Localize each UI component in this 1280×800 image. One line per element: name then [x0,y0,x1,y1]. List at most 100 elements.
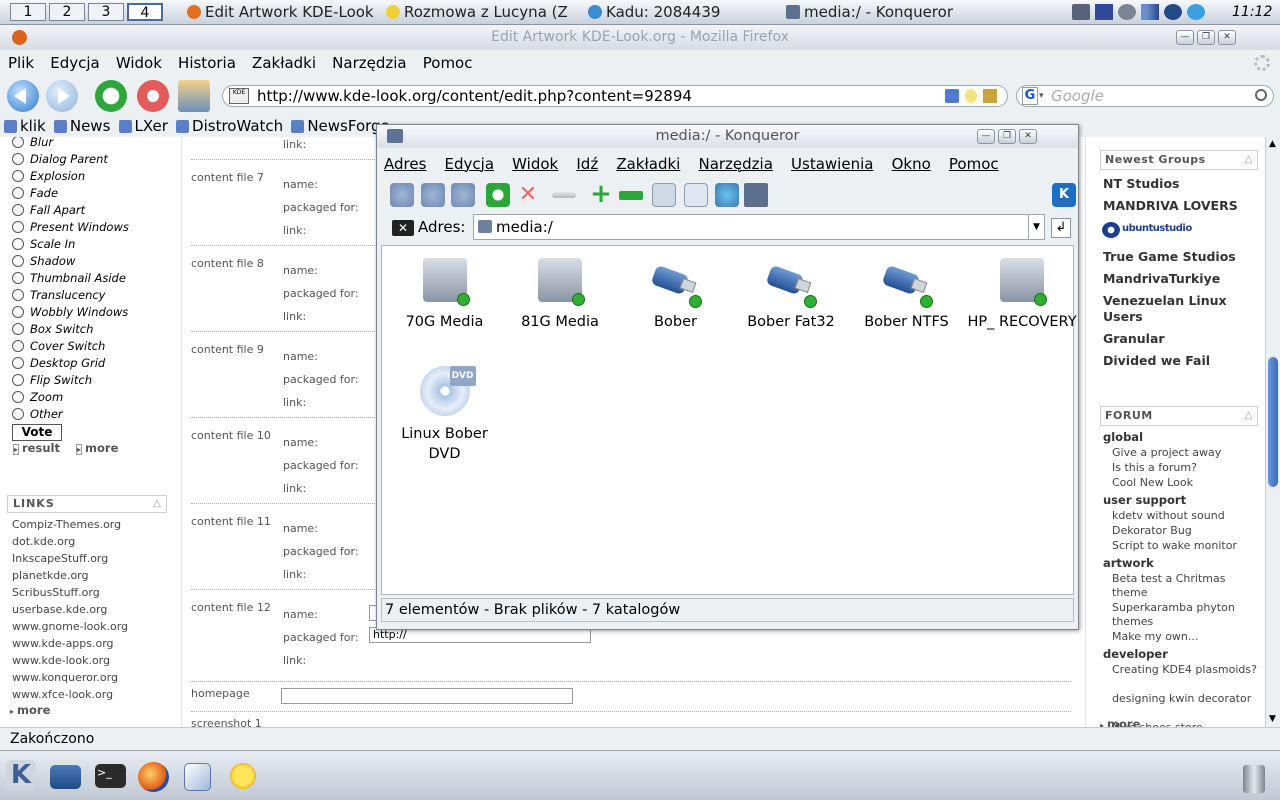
page-scrollbar[interactable]: ▲ ▼ [1265,137,1280,727]
home-button[interactable] [178,80,210,112]
maximize-button[interactable]: ❐ [1197,30,1215,45]
bookmark-klik[interactable]: klik [4,117,46,135]
clear-address-icon[interactable]: ✕ [392,220,414,236]
collapse-icon[interactable]: △ [1245,407,1253,425]
forum-thread-link[interactable]: Dekorator Bug [1112,524,1260,538]
radio-icon[interactable] [12,221,24,233]
kq-menu-zakladki[interactable]: Zakładki [616,155,680,173]
effect-option[interactable]: Fall Apart [0,203,180,220]
search-input[interactable]: G ▾ Google [1016,85,1274,107]
kq-menu-idz[interactable]: Idź [576,155,598,173]
address-dropdown-icon[interactable]: ▼ [1028,215,1044,239]
group-link[interactable]: Divided we Fail [1103,353,1210,368]
effect-option[interactable]: Shadow [0,254,180,271]
menu-zakladki[interactable]: Zakładki [252,54,316,72]
kq-reload-button[interactable] [486,183,510,207]
effect-option[interactable]: Present Windows [0,220,180,237]
radio-icon[interactable] [12,323,24,335]
forum-thread-link[interactable]: kdetv without sound [1112,509,1260,523]
menu-historia[interactable]: Historia [178,54,236,72]
sidebar-link[interactable]: planetkde.org [0,569,180,586]
monitor-icon[interactable] [1095,4,1113,20]
kq-view-mode-button[interactable] [652,183,676,207]
sun-icon[interactable] [228,761,258,791]
desktop-4-button[interactable]: 4 [127,3,163,21]
group-link[interactable]: Granular [1103,331,1165,346]
menu-pomoc[interactable]: Pomoc [423,54,473,72]
kq-network-button[interactable] [715,183,739,207]
kq-zoom-in-button[interactable]: + [589,181,613,207]
kq-stop-button[interactable]: ✕ [516,183,540,207]
collapse-icon[interactable]: △ [153,496,162,512]
reload-button[interactable] [95,80,127,112]
effect-option[interactable]: Zoom [0,390,180,407]
radio-icon[interactable] [12,153,24,165]
radio-icon[interactable] [12,204,24,216]
forum-thread-link[interactable]: Is this a forum? [1112,461,1260,475]
task-konqueror[interactable]: media:/ - Konqueror [786,2,1046,22]
kq-menu-adres[interactable]: Adres [384,155,426,173]
volume-icon[interactable] [1072,4,1090,20]
radio-icon[interactable] [12,408,24,420]
effect-option[interactable]: Fade [0,186,180,203]
forum-more-link[interactable]: ▸ more [1100,717,1140,727]
group-link[interactable]: Venezuelan Linux Users [1103,293,1253,325]
effect-option[interactable]: Explosion [0,169,180,186]
kq-menu-widok[interactable]: Widok [512,155,558,173]
effect-option[interactable]: Scale In [0,237,180,254]
url-bar[interactable]: KDE http://www.kde-look.org/content/edit… [222,85,1008,107]
sidebar-link[interactable]: Compiz-Themes.org [0,518,180,535]
radio-icon[interactable] [12,187,24,199]
bulb-icon[interactable] [965,89,977,103]
effect-option[interactable]: Cover Switch [0,339,180,356]
radio-icon[interactable] [12,137,24,148]
kq-menu-edycja[interactable]: Edycja [445,155,494,173]
radio-icon[interactable] [12,170,24,182]
sidebar-link[interactable]: userbase.kde.org [0,603,180,620]
forum-category[interactable]: global [1103,430,1143,444]
group-link[interactable]: NT Studios [1103,176,1179,191]
effect-option[interactable]: Translucency [0,288,180,305]
editor-icon[interactable] [184,763,211,791]
poll-more-link[interactable]: ▸ more [76,441,118,455]
menu-narzedzia[interactable]: Narzędzia [332,54,406,72]
bookmark-star-icon[interactable] [983,89,997,103]
group-link[interactable]: True Game Studios [1103,249,1236,264]
sidebar-link[interactable]: dot.kde.org [0,535,180,552]
media-item[interactable]: 81G Media [503,258,618,332]
scroll-up-icon[interactable]: ▲ [1269,139,1276,149]
effect-option[interactable]: Blur [0,137,180,152]
kq-back-button[interactable] [390,183,414,207]
effect-option[interactable]: Dialog Parent [0,152,180,169]
search-icon[interactable] [1255,89,1267,101]
radio-icon[interactable] [12,272,24,284]
radio-icon[interactable] [12,306,24,318]
scroll-down-icon[interactable]: ▼ [1269,714,1276,724]
kq-terminal-button[interactable] [744,183,768,207]
effect-option[interactable]: Box Switch [0,322,180,339]
bookmark-news[interactable]: News [53,117,110,135]
media-item[interactable]: HP_ RECOVERY [965,258,1080,332]
kq-minimize-button[interactable]: — [977,129,995,144]
forum-category[interactable]: user support [1103,493,1186,507]
kq-close-button[interactable]: ✕ [1019,129,1037,144]
forum-thread-link[interactable]: Script to wake monitor [1112,539,1260,553]
stop-button[interactable] [137,80,169,112]
group-link[interactable]: MANDRIVA LOVERS [1103,198,1238,213]
links-more-link[interactable]: ▸ more [10,703,50,717]
firefox-launcher-icon[interactable] [138,762,169,792]
kq-menu-pomoc[interactable]: Pomoc [949,155,999,173]
forward-button[interactable] [46,80,78,112]
task-chat[interactable]: Rozmowa z Lucyna (Z [386,2,582,22]
menu-edycja[interactable]: Edycja [50,54,99,72]
sidebar-link[interactable]: InkscapeStuff.org [0,552,180,569]
radio-icon[interactable] [12,374,24,386]
forum-category[interactable]: artwork [1103,556,1154,570]
go-button[interactable]: ↲ [1051,218,1071,238]
radio-icon[interactable] [12,238,24,250]
kq-menu-ustawienia[interactable]: Ustawienia [791,155,873,173]
media-item[interactable]: Bober NTFS [849,258,964,332]
kq-menu-okno[interactable]: Okno [892,155,931,173]
radio-icon[interactable] [12,357,24,369]
task-firefox[interactable]: Edit Artwork KDE-Look [187,2,379,22]
